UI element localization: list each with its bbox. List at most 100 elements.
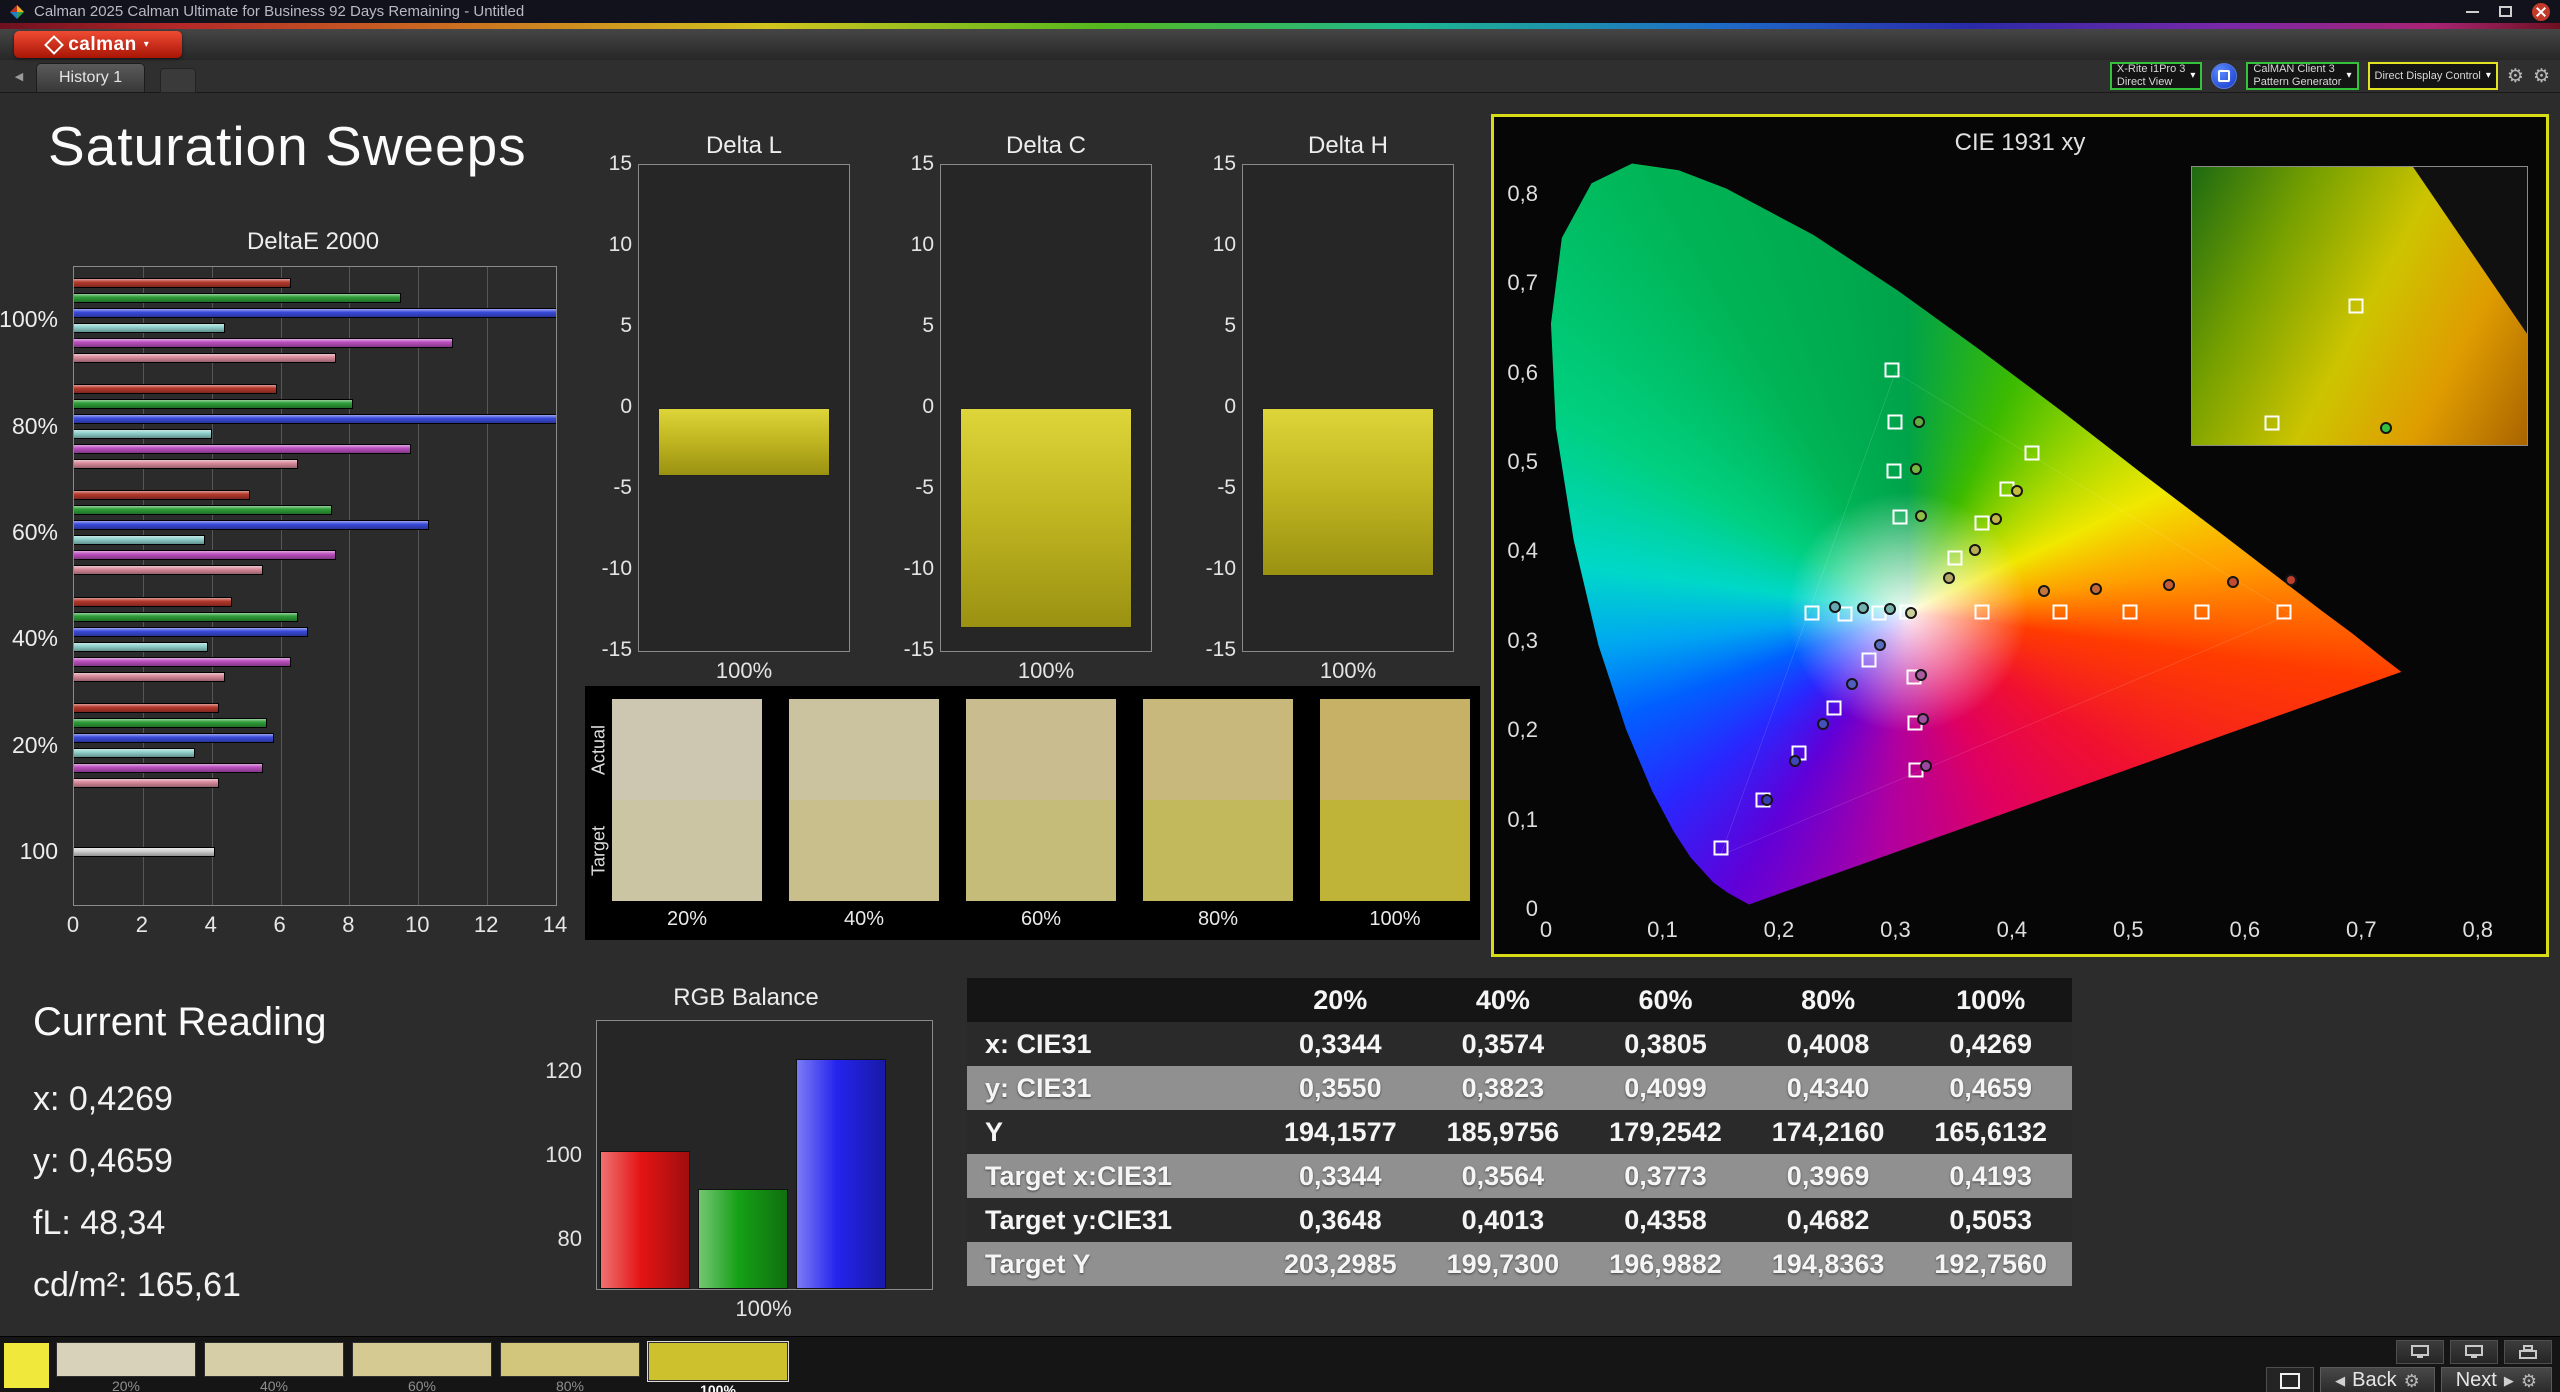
rgb-bar-red [600, 1151, 690, 1289]
deltae-bar [74, 612, 298, 622]
pattern-swatch-40%[interactable]: 40% [204, 1342, 344, 1392]
measured-point [1969, 544, 1981, 556]
axis-tick-label: 0 [1496, 896, 1538, 922]
actual-swatch [1143, 699, 1293, 800]
gridline [556, 267, 557, 905]
target-square [1804, 606, 1819, 621]
pattern-swatch-20%[interactable]: 20% [56, 1342, 196, 1392]
measured-point [1905, 607, 1917, 619]
axis-tick-label: 15 [902, 152, 934, 176]
next-button[interactable]: Next ▶ ⚙ [2441, 1367, 2552, 1392]
minimize-icon[interactable] [2466, 11, 2479, 13]
printer-icon-button[interactable] [2504, 1340, 2552, 1364]
axis-tick-label: 0 [1540, 917, 1552, 943]
saturation-swatch: 60% [966, 699, 1116, 931]
pattern-swatch-100%[interactable]: 100% [648, 1342, 788, 1392]
back-arrow-icon: ◀ [2335, 1374, 2345, 1387]
chart-title: Delta H [1242, 132, 1454, 160]
swatch-color [204, 1342, 344, 1377]
deltae-bar [74, 444, 411, 454]
axis-tick-label: 100 [20, 838, 58, 865]
delta-c-chart: Delta C 100% 151050-5-10-15 [902, 132, 1154, 692]
tab-scroll-left-button[interactable]: ◀ [8, 66, 30, 86]
chevron-down-icon: ▾ [2486, 71, 2491, 81]
measured-point [1915, 669, 1927, 681]
table-cell: x: CIE31 [967, 1022, 1259, 1066]
axis-tick-label: 0,7 [2346, 917, 2377, 943]
pattern-window-button[interactable] [2266, 1367, 2314, 1392]
pattern-source-select[interactable]: CalMAN Client 3 Pattern Generator ▾ [2246, 62, 2358, 90]
target-square [1974, 605, 1989, 620]
swatch-label: 80% [500, 1378, 640, 1392]
delta-value-bar [658, 408, 830, 476]
back-button[interactable]: ◀ Back ⚙ [2320, 1367, 2435, 1392]
chevron-down-icon: ▾ [2190, 71, 2195, 81]
cie-1931-panel: CIE 1931 xy 000,10,10,20,20,30,30,40,40,… [1491, 114, 2549, 957]
monitor-icon [2411, 1345, 2429, 1359]
tab-history-1[interactable]: History 1 [36, 63, 145, 92]
saturation-swatch-panel: Actual Target 20%40%60%80%100% [585, 686, 1480, 940]
axis-tick-label: 0,5 [2113, 917, 2144, 943]
target-square [1888, 414, 1903, 429]
axis-tick-label: 0,2 [1764, 917, 1795, 943]
axis-tick-label: 5 [902, 314, 934, 338]
actual-swatch [789, 699, 939, 800]
active-pattern-swatch [4, 1343, 49, 1388]
measured-point [2227, 576, 2239, 588]
maximize-icon[interactable] [2499, 6, 2512, 17]
window-title: Calman 2025 Calman Ultimate for Business… [34, 3, 524, 20]
axis-tick-label: 0,5 [1496, 449, 1538, 475]
display-icon-button[interactable] [2396, 1340, 2444, 1364]
axis-tick-label: 20% [12, 732, 58, 759]
target-square [1974, 515, 1989, 530]
table-cell: 165,6132 [1909, 1110, 2072, 1154]
axis-tick-label: 15 [1204, 152, 1236, 176]
calman-app-window: Calman 2025 Calman Ultimate for Business… [0, 0, 2560, 1392]
calman-diamond-icon [44, 35, 64, 55]
calman-menu-button[interactable]: calman ▾ [14, 31, 182, 58]
axis-tick-label: 0,6 [1496, 360, 1538, 386]
target-square [1947, 550, 1962, 565]
meter-profile-icon[interactable] [2211, 63, 2237, 89]
meter-name: X-Rite i1Pro 3 [2117, 63, 2185, 76]
actual-row-label: Actual [589, 725, 610, 775]
axis-tick-label: 0 [1204, 395, 1236, 419]
settings-gear-icon[interactable]: ⚙ [2533, 67, 2550, 86]
swatch-label: 100% [648, 1382, 788, 1392]
chart-x-label: 100% [1242, 658, 1454, 684]
deltae-bar [74, 550, 336, 560]
table-header: 60% [1584, 978, 1747, 1022]
rgb-bar-green [698, 1189, 788, 1290]
monitor-icon [2465, 1345, 2483, 1359]
display-control-select[interactable]: Direct Display Control ▾ [2368, 62, 2498, 90]
table-cell: 0,4659 [1909, 1066, 2072, 1110]
table-cell: 0,3969 [1747, 1154, 1910, 1198]
gear-icon[interactable]: ⚙ [2507, 67, 2524, 86]
cie-zoom-inset [2191, 166, 2528, 446]
close-icon[interactable] [2532, 3, 2550, 21]
table-cell: 0,3823 [1422, 1066, 1585, 1110]
axis-tick-label: 0,2 [1496, 717, 1538, 743]
table-header: 20% [1259, 978, 1422, 1022]
delta-value-bar [960, 408, 1132, 628]
deltae-bar [74, 490, 250, 500]
meter-select[interactable]: X-Rite i1Pro 3 Direct View ▾ [2110, 62, 2203, 90]
target-square [2277, 605, 2292, 620]
swatch-label: 40% [204, 1378, 344, 1392]
saturation-swatch: 80% [1143, 699, 1293, 931]
pattern-swatch-80%[interactable]: 80% [500, 1342, 640, 1392]
axis-tick-label: 8 [342, 912, 354, 938]
deltae-bar [74, 778, 219, 788]
deltae-bar [74, 323, 225, 333]
axis-tick-label: 0,1 [1496, 807, 1538, 833]
display2-icon-button[interactable] [2450, 1340, 2498, 1364]
target-swatch [789, 800, 939, 901]
measured-point [1789, 755, 1801, 767]
table-cell: 0,3344 [1259, 1022, 1422, 1066]
axis-tick-label: -15 [600, 638, 632, 662]
table-cell: Target x:CIE31 [967, 1154, 1259, 1198]
measured-point [1910, 463, 1922, 475]
pattern-swatch-60%[interactable]: 60% [352, 1342, 492, 1392]
axis-tick-label: 6 [273, 912, 285, 938]
new-tab-button[interactable] [160, 68, 196, 93]
